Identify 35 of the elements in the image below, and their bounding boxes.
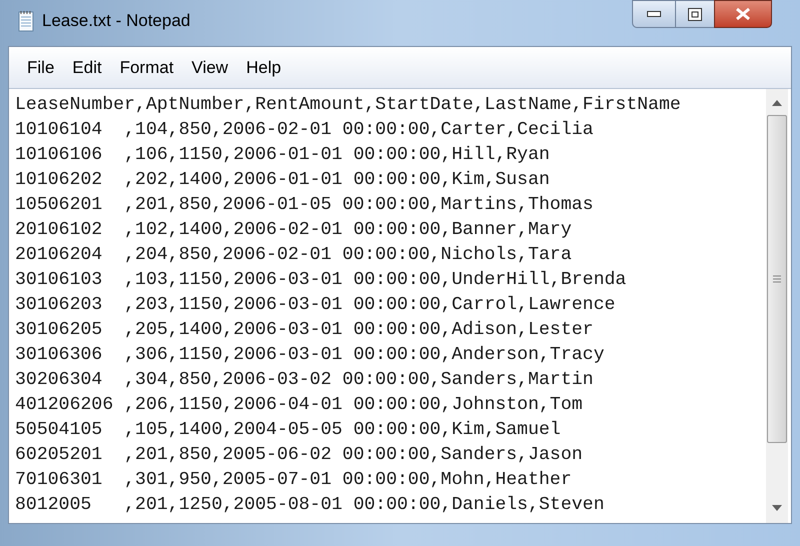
notepad-icon	[18, 10, 34, 32]
window-title: Lease.txt - Notepad	[42, 10, 190, 32]
text-line: 10106202 ,202,1400,2006-01-01 00:00:00,Kim,Susan	[15, 169, 550, 192]
text-line: 10106104 ,104,850,2006-02-01 00:00:00,Carter,Cecilia	[15, 119, 594, 142]
maximize-icon	[688, 8, 702, 20]
text-line: 10106106 ,106,1150,2006-01-01 00:00:00,Hill,Ryan	[15, 144, 550, 167]
text-line: 70106301 ,301,950,2005-07-01 00:00:00,Mohn,Heather	[15, 469, 572, 492]
text-line: 30206304 ,304,850,2006-03-02 00:00:00,Sanders,Martin	[15, 369, 594, 392]
maximize-button[interactable]	[676, 0, 714, 28]
minimize-icon	[647, 11, 661, 17]
close-icon	[735, 7, 751, 21]
grip-icon	[773, 275, 781, 283]
menu-item[interactable]: Edit	[64, 54, 110, 80]
text-line: 10506201 ,201,850,2006-01-05 00:00:00,Martins,Thomas	[15, 194, 594, 217]
text-line: 20106204 ,204,850,2006-02-01 00:00:00,Nichols,Tara	[15, 244, 572, 267]
scroll-down-icon[interactable]	[772, 505, 782, 511]
minimize-button[interactable]	[632, 0, 676, 28]
text-line: 60205201 ,201,850,2005-06-02 00:00:00,Sanders,Jason	[15, 444, 583, 467]
text-line: 30106103 ,103,1150,2006-03-01 00:00:00,UnderHill,Brenda	[15, 269, 626, 292]
menu-item[interactable]: Format	[112, 54, 182, 80]
menu-item[interactable]: File	[19, 54, 62, 80]
text-line: 50504105 ,105,1400,2004-05-05 00:00:00,Kim,Samuel	[15, 419, 561, 442]
menu-item[interactable]: View	[184, 54, 236, 80]
text-line: 30106203 ,203,1150,2006-03-01 00:00:00,Carrol,Lawrence	[15, 294, 616, 317]
scroll-up-icon[interactable]	[772, 100, 782, 106]
text-line: 30106306 ,306,1150,2006-03-01 00:00:00,Anderson,Tracy	[15, 344, 604, 367]
menu-item[interactable]: Help	[238, 54, 290, 80]
text-line: 8012005 ,201,1250,2005-08-01 00:00:00,Daniels,Steven	[15, 494, 604, 517]
scrollbar-thumb[interactable]	[767, 115, 787, 443]
text-line: LeaseNumber,AptNumber,RentAmount,StartDate,LastName,FirstName	[15, 94, 681, 117]
text-line: 30106205 ,205,1400,2006-03-01 00:00:00,Adison,Lester	[15, 319, 594, 342]
close-button[interactable]	[714, 0, 772, 28]
text-line: 401206206 ,206,1150,2006-04-01 00:00:00,Johnston,Tom	[15, 394, 583, 417]
text-line: 20106102 ,102,1400,2006-02-01 00:00:00,Banner,Mary	[15, 219, 572, 242]
vertical-scrollbar[interactable]	[766, 89, 788, 523]
